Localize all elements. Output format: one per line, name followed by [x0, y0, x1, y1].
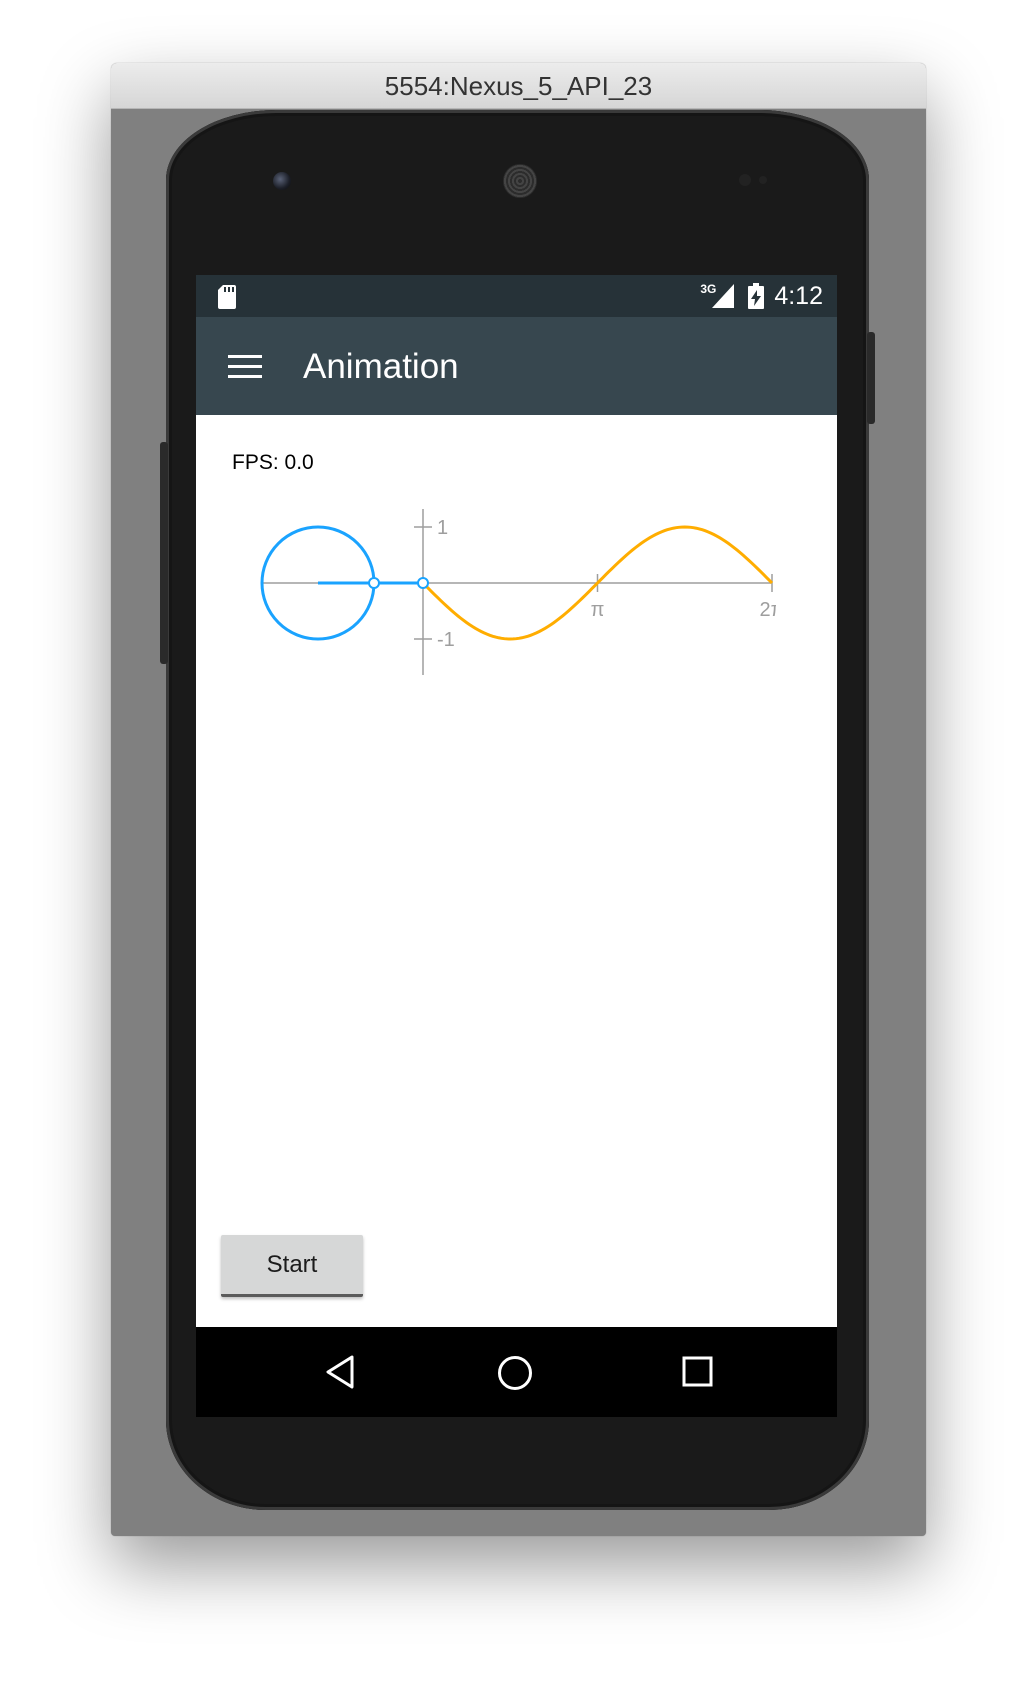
power-button[interactable]	[867, 332, 875, 424]
x-tick-label: π	[591, 599, 605, 621]
battery-charging-icon	[748, 283, 765, 309]
window-title: 5554:Nexus_5_API_23	[111, 63, 926, 109]
status-time: 4:12	[774, 281, 823, 310]
x-tick-label: 2π	[760, 599, 776, 621]
camera-icon	[273, 172, 291, 190]
y-tick-label: -1	[437, 629, 455, 651]
volume-button[interactable]	[160, 442, 168, 664]
network-type-label: 3G	[700, 282, 717, 296]
curve-point	[417, 577, 429, 589]
circle-point	[368, 577, 380, 589]
fps-label: FPS: 0.0	[232, 451, 314, 474]
app-title: Animation	[303, 347, 459, 386]
phone-screen: 3G 4:12 Animation FPS: 0.0 1 -1 π 2 Star…	[196, 275, 837, 1417]
recents-icon[interactable]	[680, 1354, 716, 1390]
proximity-sensor	[739, 174, 751, 186]
sine-animation-chart: 1 -1 π 2π	[260, 509, 776, 675]
light-sensor	[759, 176, 767, 184]
status-bar: 3G 4:12	[196, 275, 837, 317]
hamburger-menu-icon[interactable]	[228, 355, 262, 379]
phone-frame: 3G 4:12 Animation FPS: 0.0 1 -1 π 2 Star…	[160, 110, 875, 1510]
y-tick-label: 1	[437, 517, 448, 539]
start-button[interactable]: Start	[221, 1235, 363, 1297]
home-icon[interactable]	[496, 1354, 534, 1392]
navigation-bar	[196, 1327, 837, 1417]
content-area: FPS: 0.0 1 -1 π 2π Start	[196, 415, 837, 1327]
back-icon[interactable]	[324, 1354, 356, 1390]
sd-card-icon	[218, 285, 236, 309]
emulator-window: 5554:Nexus_5_API_23 3G 4:12 Animation FP…	[111, 63, 926, 1536]
app-bar: Animation	[196, 317, 837, 415]
speaker-grille	[503, 164, 537, 198]
